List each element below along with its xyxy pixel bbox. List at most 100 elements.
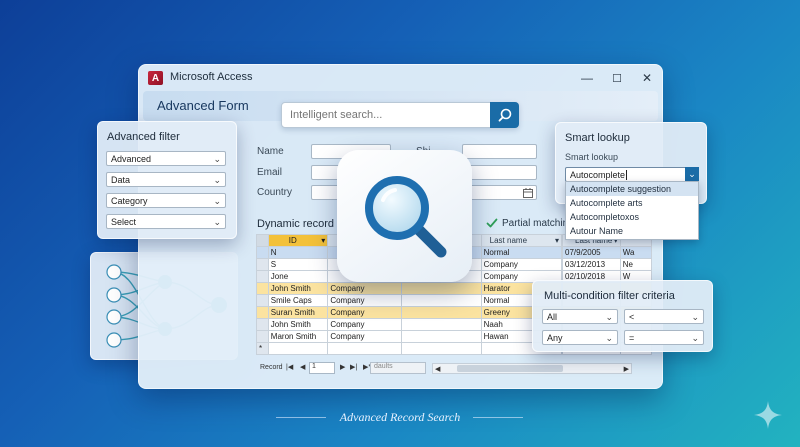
row-selector[interactable] xyxy=(256,330,269,343)
table-cell[interactable]: Ne xyxy=(619,258,653,271)
date-field[interactable] xyxy=(462,185,537,200)
check-icon xyxy=(486,218,498,228)
table-cell[interactable] xyxy=(400,342,482,355)
multi-condition-filter-panel: Multi-condition filter criteria All ⌄ < ⌄ … xyxy=(532,280,713,352)
table-cell[interactable]: Maron Smith xyxy=(267,330,329,343)
row-selector[interactable] xyxy=(256,294,269,307)
chevron-down-icon: ⌄ xyxy=(605,312,613,322)
table-cell[interactable]: John Smith xyxy=(267,282,329,295)
access-logo-icon: A xyxy=(148,71,163,85)
last-record-button[interactable]: ▶| xyxy=(350,363,357,371)
row-selector[interactable] xyxy=(256,258,269,271)
table-cell[interactable] xyxy=(400,330,482,343)
autocomplete-item[interactable]: Autocomplete suggestion xyxy=(566,182,698,196)
dynamic-record-title: Dynamic record s xyxy=(257,218,343,230)
table-cell[interactable]: N xyxy=(267,246,329,259)
maximize-button[interactable]: ☐ xyxy=(603,68,631,88)
chevron-down-icon: ⌄ xyxy=(213,217,221,227)
condition-operator-dropdown[interactable]: < ⌄ xyxy=(624,309,704,324)
condition-match-dropdown[interactable]: Any ⌄ xyxy=(542,330,618,345)
prev-record-button[interactable]: ◀ xyxy=(300,363,305,371)
row-selector[interactable] xyxy=(256,306,269,319)
form-title: Advanced Form xyxy=(157,98,249,113)
table-cell[interactable]: Smile Caps xyxy=(267,294,329,307)
column-header-last-name[interactable]: Last name ▾ xyxy=(480,234,563,247)
search-input[interactable] xyxy=(282,103,492,127)
name-label: Name xyxy=(257,146,284,157)
search-button[interactable] xyxy=(490,102,519,128)
first-record-button[interactable]: |◀ xyxy=(286,363,293,371)
table-cell[interactable]: Company xyxy=(327,330,402,343)
table-cell[interactable]: Jone xyxy=(267,270,329,283)
table-cell[interactable] xyxy=(400,282,482,295)
advanced-filter-panel: Advanced filter Advanced ⌄ Data ⌄ Category… xyxy=(97,121,237,239)
smart-lookup-input[interactable]: Autocomplete ⌄ xyxy=(565,167,699,182)
table-cell[interactable]: 07/9/2005 xyxy=(562,246,621,259)
magnifying-glass-icon xyxy=(364,176,446,258)
advanced-filter-title: Advanced filter xyxy=(107,131,180,143)
partial-matching[interactable]: Partial matching xyxy=(486,216,574,230)
filter-dropdown-select[interactable]: Select ⌄ xyxy=(106,214,226,229)
search-icon xyxy=(498,108,511,122)
autocomplete-item[interactable]: Autour Name xyxy=(566,224,698,238)
sparkle-icon xyxy=(754,401,782,429)
partial-matching-label: Partial matching xyxy=(502,217,574,229)
close-icon: ✕ xyxy=(641,71,653,85)
scroll-right-icon[interactable]: ▶ xyxy=(624,365,629,373)
current-record-field[interactable]: 1 xyxy=(309,362,335,374)
next-record-button[interactable]: ▶ xyxy=(340,363,345,371)
table-cell[interactable] xyxy=(267,342,329,355)
multi-filter-title: Multi-condition filter criteria xyxy=(544,290,675,302)
autocomplete-item[interactable]: Autocompletoxos xyxy=(566,210,698,224)
record-navigation: Record |◀ ◀ 1 ▶ ▶| ▶* daults ◀ ▶ xyxy=(256,362,652,375)
row-selector-header[interactable] xyxy=(256,234,269,247)
chevron-down-icon: ⌄ xyxy=(213,175,221,185)
shi-field[interactable] xyxy=(462,144,537,159)
chevron-down-icon: ⌄ xyxy=(605,333,613,343)
row-selector[interactable] xyxy=(256,270,269,283)
close-button[interactable]: ✕ xyxy=(633,68,661,88)
filter-dropdown-data[interactable]: Data ⌄ xyxy=(106,172,226,187)
table-cell[interactable]: Company xyxy=(480,258,563,271)
row-selector[interactable] xyxy=(256,246,269,259)
smart-lookup-title: Smart lookup xyxy=(565,132,630,144)
condition-operator-dropdown[interactable]: = ⌄ xyxy=(624,330,704,345)
chevron-down-icon: ⌄ xyxy=(213,196,221,206)
chevron-down-icon[interactable]: ⌄ xyxy=(685,167,699,182)
email-label: Email xyxy=(257,167,283,178)
table-cell[interactable]: John Smith xyxy=(267,318,329,331)
filter-dropdown-advanced[interactable]: Advanced ⌄ xyxy=(106,151,226,166)
column-header-id[interactable]: ID ▾ xyxy=(267,234,329,247)
table-cell[interactable]: Company xyxy=(327,282,402,295)
intelligent-search xyxy=(281,102,519,128)
table-cell[interactable]: Wa xyxy=(619,246,653,259)
table-cell[interactable]: Normal xyxy=(480,246,563,259)
caption: Advanced Record Search xyxy=(339,410,461,424)
table-cell[interactable]: Company xyxy=(327,318,402,331)
scroll-left-icon[interactable]: ◀ xyxy=(435,365,440,373)
chevron-down-icon: ⌄ xyxy=(691,312,699,322)
maximize-icon: ☐ xyxy=(612,72,622,85)
minimize-icon: — xyxy=(581,71,593,85)
autocomplete-item[interactable]: Autocomplete arts xyxy=(566,196,698,210)
horizontal-scrollbar[interactable]: ◀ ▶ xyxy=(432,363,632,374)
table-cell[interactable]: S xyxy=(267,258,329,271)
table-cell[interactable] xyxy=(327,342,402,355)
nav-search-field[interactable]: daults xyxy=(370,362,426,374)
table-cell[interactable] xyxy=(400,318,482,331)
scroll-thumb[interactable] xyxy=(457,365,563,372)
row-selector[interactable] xyxy=(256,282,269,295)
row-selector[interactable] xyxy=(256,318,269,331)
table-cell[interactable]: 03/12/2013 xyxy=(562,258,621,271)
table-cell[interactable] xyxy=(400,294,482,307)
table-cell[interactable]: Company xyxy=(327,294,402,307)
minimize-button[interactable]: — xyxy=(573,68,601,88)
condition-match-dropdown[interactable]: All ⌄ xyxy=(542,309,618,324)
table-cell[interactable]: Suran Smith xyxy=(267,306,329,319)
filter-dropdown-category[interactable]: Category ⌄ xyxy=(106,193,226,208)
autocomplete-list: Autocomplete suggestion Autocomplete art… xyxy=(565,181,699,240)
table-cell[interactable] xyxy=(400,306,482,319)
table-cell[interactable]: Company xyxy=(327,306,402,319)
email-field-2[interactable] xyxy=(462,165,537,180)
search-feature-card xyxy=(337,150,472,282)
